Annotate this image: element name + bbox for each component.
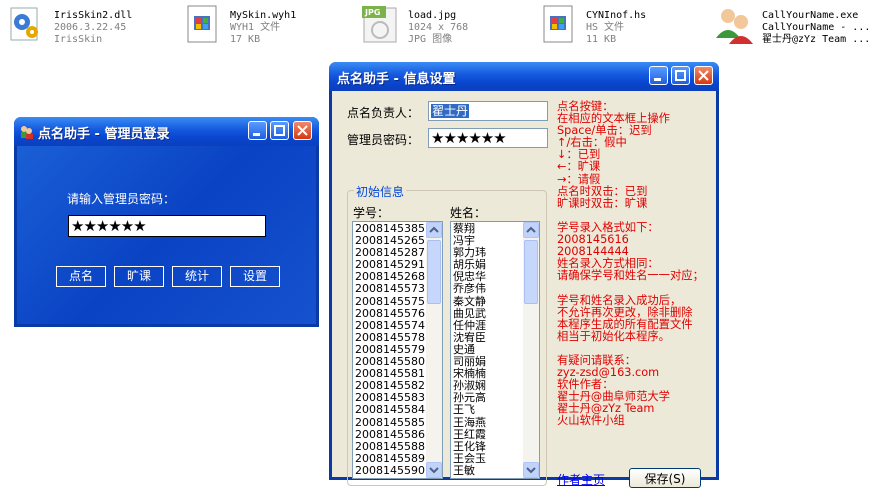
list-item[interactable]: 王化锋	[453, 440, 486, 453]
scroll-down-button[interactable]	[426, 462, 442, 478]
file-type: JPG 图像	[408, 34, 453, 45]
chevron-up-icon	[526, 226, 536, 233]
student-id-list[interactable]: 2008145385 2008145265 2008145287 2008145291…	[352, 221, 443, 479]
student-name-items: 蔡翔 冯宇 郭力玮 胡乐娟 倪忠华 乔彦伟 秦文静 曲见武 任仲涯 沈宥臣 史通 司丽娟 宋楠楠 孙淑娴孙…	[453, 222, 486, 477]
file-version: 2006.3.22.45	[54, 22, 127, 33]
absence-button[interactable]: 旷课	[114, 266, 164, 287]
rollcall-button[interactable]: 点名	[56, 266, 106, 287]
file-dims: 1024 x 768	[408, 22, 469, 33]
file-type: WYH1 文件	[230, 22, 281, 33]
file-type: HS 文件	[586, 22, 625, 33]
list-item[interactable]: 2008145588	[355, 440, 425, 453]
list-item[interactable]: 2008145590	[355, 464, 425, 477]
document-icon	[187, 5, 217, 43]
chevron-down-icon	[429, 467, 439, 474]
chevron-down-icon	[526, 467, 536, 474]
file-desc: IrisSkin	[54, 34, 103, 45]
list-item[interactable]: 2008145576	[355, 307, 425, 320]
close-button[interactable]	[694, 66, 713, 85]
title-bar[interactable]: 点名助手 - 管理员登录	[14, 117, 319, 146]
app-icon	[21, 126, 33, 139]
title-bar[interactable]: 点名助手 - 信息设置	[329, 62, 719, 91]
dll-gear-icon	[10, 7, 38, 41]
list-item[interactable]: 王敏	[453, 464, 486, 477]
file-company: 翟士丹@zYz Team ...	[762, 34, 871, 45]
svg-text:JPG: JPG	[364, 8, 380, 17]
manager-label: 点名负责人：	[347, 106, 420, 120]
list-item[interactable]: 2008145585	[355, 416, 425, 429]
manager-input[interactable]: 翟士丹	[428, 101, 548, 121]
scrollbar[interactable]	[426, 222, 442, 478]
list-item[interactable]: 王红霞	[453, 428, 486, 441]
student-id-items: 2008145385 2008145265 2008145287 2008145291…	[355, 222, 425, 477]
document-icon	[543, 5, 573, 43]
maximize-icon	[675, 70, 686, 81]
settings-window: 点名助手 - 信息设置 点名负责人： 翟士丹 管理员密码： ★★★★★★ 初始信…	[329, 62, 719, 488]
file-name: MySkin.wyh1	[230, 10, 297, 21]
list-item[interactable]: 2008145575	[355, 295, 425, 308]
settings-button[interactable]: 设置	[230, 266, 280, 287]
minimize-icon	[253, 133, 260, 136]
password-label: 管理员密码：	[347, 133, 420, 147]
jpg-image-icon: JPG	[362, 6, 397, 43]
stats-button[interactable]: 统计	[172, 266, 222, 287]
scroll-down-button[interactable]	[523, 462, 539, 478]
scroll-thumb[interactable]	[427, 240, 441, 304]
scrollbar[interactable]	[523, 222, 539, 478]
scroll-up-button[interactable]	[523, 222, 539, 238]
admin-password-input[interactable]: ★★★★★★	[428, 128, 548, 148]
instructions-text: 点名按键： 在相应的文本框上操作 Space/单击：迟到 ↑/右击：假中 ↓：已…	[557, 100, 704, 428]
window-title: 点名助手 - 管理员登录	[38, 127, 170, 142]
file-name: CYNInof.hs	[586, 10, 647, 21]
group-title: 初始信息	[354, 183, 407, 200]
list-item[interactable]: 王海燕	[453, 416, 486, 429]
save-button[interactable]: 保存(S)	[629, 468, 701, 488]
list-item[interactable]: 2008145586	[355, 428, 425, 441]
list-item[interactable]: 乔彦伟	[453, 283, 486, 295]
maximize-button[interactable]	[270, 121, 289, 140]
login-body: 请输入管理员密码： ★★★★★★ 点名 旷课 统计 设置	[17, 146, 316, 324]
scroll-up-button[interactable]	[426, 222, 442, 238]
close-button[interactable]	[293, 121, 312, 140]
initial-info-group: 初始信息 学号： 姓名： 2008145385 2008145265 2008145…	[347, 183, 547, 486]
file-desc: CallYourName - ...	[762, 22, 871, 33]
list-item[interactable]: 秦文静	[453, 295, 486, 308]
window-title: 点名助手 - 信息设置	[337, 72, 456, 87]
file-name: IrisSkin2.dll	[54, 10, 133, 21]
settings-body: 点名负责人： 翟士丹 管理员密码： ★★★★★★ 初始信息 学号： 姓名： 20…	[332, 91, 716, 488]
file-name: CallYourName.exe	[762, 10, 859, 21]
list-item[interactable]: 王飞	[453, 404, 486, 416]
chevron-up-icon	[429, 226, 439, 233]
maximize-icon	[274, 125, 285, 136]
minimize-button[interactable]	[248, 121, 267, 140]
file-name: load.jpg	[408, 10, 457, 21]
maximize-button[interactable]	[671, 66, 690, 85]
close-icon	[297, 125, 308, 136]
list-item[interactable]: 2008145573	[355, 283, 425, 295]
minimize-button[interactable]	[649, 66, 668, 85]
list-item[interactable]: 2008145584	[355, 404, 425, 416]
file-size: 11 KB	[586, 34, 617, 45]
close-icon	[698, 70, 709, 81]
student-name-list[interactable]: 蔡翔 冯宇 郭力玮 胡乐娟 倪忠华 乔彦伟 秦文静 曲见武 任仲涯 沈宥臣 史通 司丽娟 宋楠楠 孙淑娴孙…	[450, 221, 540, 479]
users-icon	[716, 9, 753, 44]
student-id-header: 学号：	[353, 206, 390, 220]
login-window: 点名助手 - 管理员登录 请输入管理员密码： ★★★★★★ 点名 旷课 统计 设…	[14, 117, 319, 327]
author-homepage-link[interactable]: 作者主页	[557, 471, 605, 488]
student-name-header: 姓名：	[450, 206, 487, 220]
password-input[interactable]: ★★★★★★	[68, 215, 266, 237]
minimize-icon	[654, 78, 661, 81]
manager-value: 翟士丹	[431, 104, 470, 118]
scroll-thumb[interactable]	[524, 240, 538, 304]
list-item[interactable]: 曲见武	[453, 307, 486, 320]
password-prompt: 请输入管理员密码：	[67, 192, 176, 206]
file-size: 17 KB	[230, 34, 261, 45]
